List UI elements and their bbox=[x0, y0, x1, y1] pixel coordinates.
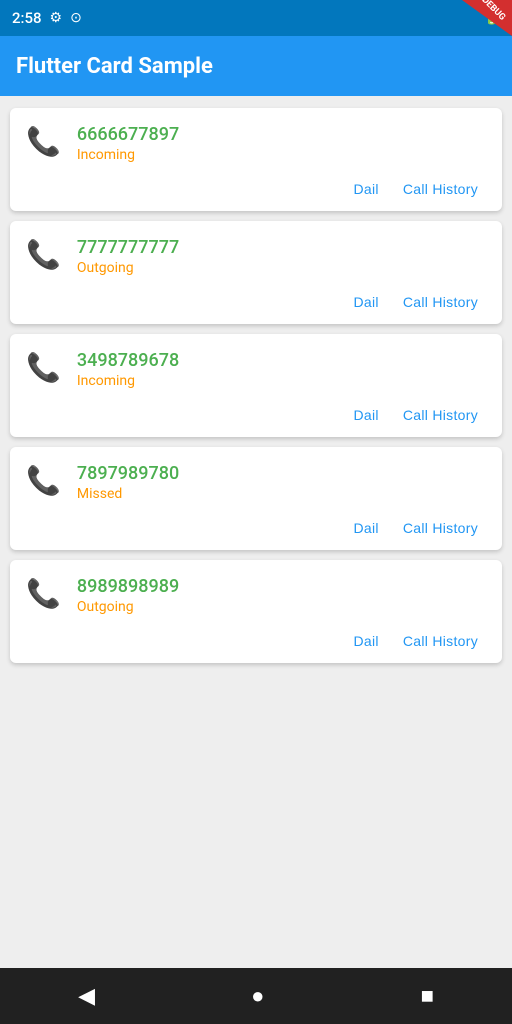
dial-button[interactable]: Dail bbox=[346, 516, 387, 540]
call-number: 7897989780 bbox=[77, 463, 486, 484]
record-icon: ⊙ bbox=[70, 10, 82, 26]
call-number: 7777777777 bbox=[77, 237, 486, 258]
app-title: Flutter Card Sample bbox=[16, 54, 213, 79]
call-card: 📞 6666677897 Incoming Dail Call History bbox=[10, 108, 502, 211]
call-history-button[interactable]: Call History bbox=[395, 177, 486, 201]
card-top: 📞 6666677897 Incoming bbox=[26, 124, 486, 163]
status-time: 2:58 bbox=[12, 9, 42, 27]
call-history-button[interactable]: Call History bbox=[395, 403, 486, 427]
phone-icon: 📞 bbox=[26, 241, 61, 269]
call-card: 📞 8989898989 Outgoing Dail Call History bbox=[10, 560, 502, 663]
call-type: Outgoing bbox=[77, 260, 486, 276]
call-history-button[interactable]: Call History bbox=[395, 516, 486, 540]
home-icon: ● bbox=[251, 983, 264, 1009]
card-actions: Dail Call History bbox=[26, 516, 486, 540]
card-info: 7777777777 Outgoing bbox=[77, 237, 486, 276]
call-number: 8989898989 bbox=[77, 576, 486, 597]
dial-button[interactable]: Dail bbox=[346, 629, 387, 653]
call-history-button[interactable]: Call History bbox=[395, 290, 486, 314]
dial-button[interactable]: Dail bbox=[346, 290, 387, 314]
card-top: 📞 3498789678 Incoming bbox=[26, 350, 486, 389]
phone-icon: 📞 bbox=[26, 128, 61, 156]
content: 📞 6666677897 Incoming Dail Call History … bbox=[0, 96, 512, 968]
card-top: 📞 7777777777 Outgoing bbox=[26, 237, 486, 276]
call-type: Outgoing bbox=[77, 599, 486, 615]
call-history-button[interactable]: Call History bbox=[395, 629, 486, 653]
card-actions: Dail Call History bbox=[26, 403, 486, 427]
call-type: Incoming bbox=[77, 373, 486, 389]
card-top: 📞 7897989780 Missed bbox=[26, 463, 486, 502]
bottom-nav: ◀ ● ■ bbox=[0, 968, 512, 1024]
phone-icon: 📞 bbox=[26, 580, 61, 608]
debug-badge: DEBUG bbox=[462, 0, 512, 36]
dial-button[interactable]: Dail bbox=[346, 403, 387, 427]
card-actions: Dail Call History bbox=[26, 629, 486, 653]
call-number: 6666677897 bbox=[77, 124, 486, 145]
card-actions: Dail Call History bbox=[26, 290, 486, 314]
card-info: 3498789678 Incoming bbox=[77, 350, 486, 389]
settings-icon: ⚙ bbox=[50, 10, 63, 26]
back-button[interactable]: ◀ bbox=[58, 975, 115, 1017]
call-number: 3498789678 bbox=[77, 350, 486, 371]
status-bar: 2:58 ⚙ ⊙ 🔋 DEBUG bbox=[0, 0, 512, 36]
call-card: 📞 3498789678 Incoming Dail Call History bbox=[10, 334, 502, 437]
card-actions: Dail Call History bbox=[26, 177, 486, 201]
recent-button[interactable]: ■ bbox=[401, 975, 454, 1017]
card-top: 📞 8989898989 Outgoing bbox=[26, 576, 486, 615]
phone-icon: 📞 bbox=[26, 354, 61, 382]
back-icon: ◀ bbox=[78, 983, 95, 1009]
status-left: 2:58 ⚙ ⊙ bbox=[12, 9, 82, 27]
dial-button[interactable]: Dail bbox=[346, 177, 387, 201]
card-info: 6666677897 Incoming bbox=[77, 124, 486, 163]
home-button[interactable]: ● bbox=[231, 975, 284, 1017]
phone-icon: 📞 bbox=[26, 467, 61, 495]
call-card: 📞 7897989780 Missed Dail Call History bbox=[10, 447, 502, 550]
recent-icon: ■ bbox=[421, 983, 434, 1009]
call-type: Incoming bbox=[77, 147, 486, 163]
card-info: 7897989780 Missed bbox=[77, 463, 486, 502]
call-type: Missed bbox=[77, 486, 486, 502]
card-info: 8989898989 Outgoing bbox=[77, 576, 486, 615]
call-card: 📞 7777777777 Outgoing Dail Call History bbox=[10, 221, 502, 324]
app-bar: Flutter Card Sample bbox=[0, 36, 512, 96]
